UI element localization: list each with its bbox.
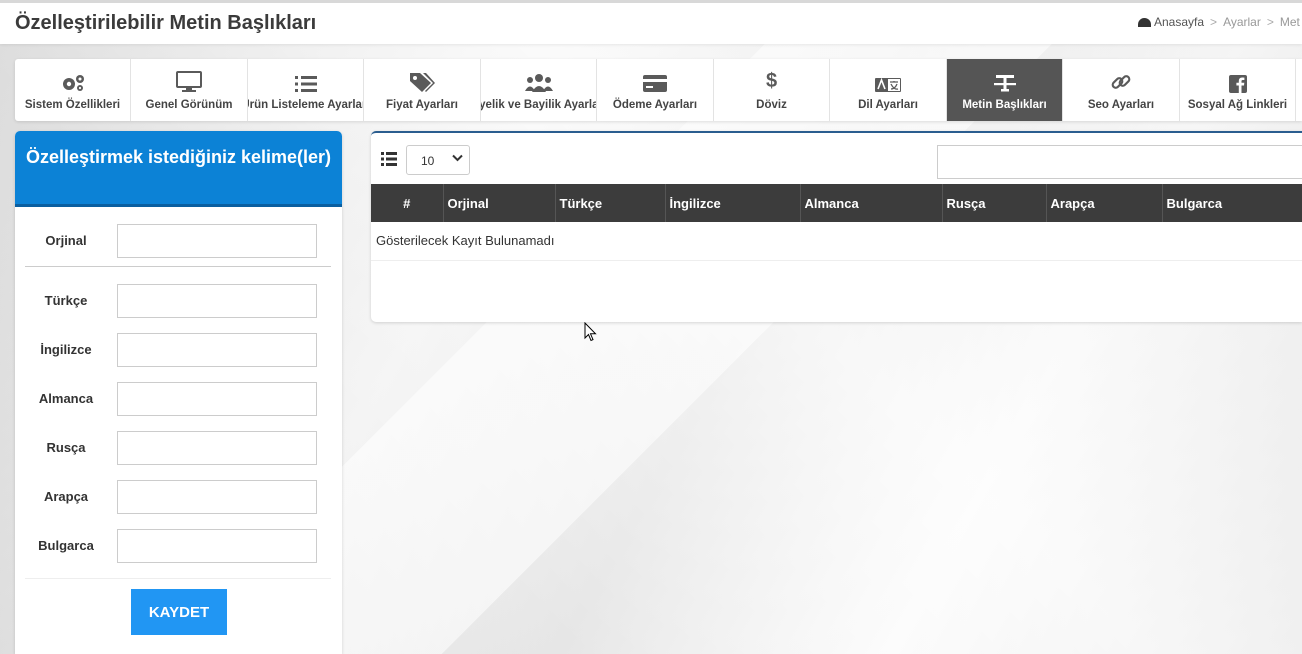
field-row-arabic: Arapça: [15, 480, 342, 514]
column-header[interactable]: Türkçe: [555, 184, 666, 222]
chevron-down-icon: [452, 154, 463, 162]
credit-card-icon: [642, 59, 668, 93]
bulgarian-label: Bulgarca: [38, 538, 94, 553]
settings-tabs: Sistem Özellikleri Genel Görünüm Ürün Li…: [15, 59, 1302, 121]
empty-message: Gösterilecek Kayıt Bulunamadı: [371, 222, 1302, 261]
column-header[interactable]: #: [371, 184, 444, 222]
field-row-original: Orjinal: [15, 224, 342, 258]
list-view-icon[interactable]: [381, 152, 397, 166]
field-row-russian: Rusça: [15, 431, 342, 465]
tab-text-headings[interactable]: Metin Başlıkları: [947, 59, 1063, 121]
tab-label: Fiyat Ayarları: [385, 99, 458, 111]
link-icon: [1110, 59, 1132, 93]
gears-icon: [59, 59, 87, 93]
tab-price-settings[interactable]: Fiyat Ayarları: [364, 59, 481, 121]
russian-label: Rusça: [46, 440, 86, 455]
breadcrumb-separator: >: [1266, 15, 1274, 29]
russian-input[interactable]: [117, 431, 317, 465]
turkish-input[interactable]: [117, 284, 317, 318]
column-header[interactable]: Almanca: [800, 184, 943, 222]
tab-language-settings[interactable]: Dil Ayarları: [830, 59, 947, 121]
field-row-english: İngilizce: [15, 333, 342, 367]
records-table: # Orjinal Türkçe İngilizce Almanca Rusça…: [371, 184, 1302, 261]
tab-membership-dealer[interactable]: Üyelik ve Bayilik Ayarları: [481, 59, 597, 121]
bulgarian-input[interactable]: [117, 529, 317, 563]
breadcrumb-current: Met: [1279, 15, 1300, 29]
page-header: Özelleştirilebilir Metin Başlıkları Anas…: [0, 0, 1302, 44]
mouse-cursor-icon: [584, 322, 597, 342]
breadcrumb-settings[interactable]: Ayarlar: [1223, 15, 1261, 29]
page-size-select[interactable]: 10: [406, 145, 470, 175]
field-row-german: Almanca: [15, 382, 342, 416]
form-divider: [25, 266, 331, 267]
records-panel: 10 # Orjinal Türkçe İngilizce Almanca Ru…: [371, 131, 1302, 322]
tab-label: Üyelik ve Bayilik Ayarları: [481, 99, 596, 111]
tab-general-view[interactable]: Genel Görünüm: [131, 59, 248, 121]
table-search-input[interactable]: [937, 145, 1302, 179]
breadcrumb-home[interactable]: Anasayfa: [1154, 15, 1204, 29]
tab-label: Ürün Listeleme Ayarları: [248, 99, 364, 111]
field-row-bulgarian: Bulgarca: [15, 529, 342, 563]
facebook-icon: [1228, 59, 1247, 93]
table-header-row: # Orjinal Türkçe İngilizce Almanca Rusça…: [371, 184, 1302, 222]
save-button[interactable]: KAYDET: [131, 589, 227, 635]
german-input[interactable]: [117, 382, 317, 416]
custom-text-form: Özelleştirmek istediğiniz kelime(ler) Or…: [15, 131, 342, 654]
column-header[interactable]: Arapça: [1046, 184, 1163, 222]
tab-label: Genel Görünüm: [145, 99, 233, 111]
tab-product-listing[interactable]: Ürün Listeleme Ayarları: [248, 59, 364, 121]
tab-label: Sosyal Ağ Linkleri: [1187, 99, 1288, 111]
tags-icon: [409, 59, 435, 93]
dashboard-icon: [1138, 18, 1151, 27]
monitor-icon: [176, 59, 202, 93]
column-header[interactable]: İngilizce: [665, 184, 801, 222]
text-icon: [993, 59, 1016, 93]
column-header[interactable]: Bulgarca: [1162, 184, 1302, 222]
tab-label: Ödeme Ayarları: [612, 99, 698, 111]
tab-currency[interactable]: $ Döviz: [714, 59, 830, 121]
tab-social-links[interactable]: Sosyal Ağ Linkleri: [1180, 59, 1296, 121]
original-label: Orjinal: [45, 233, 87, 248]
turkish-label: Türkçe: [44, 293, 88, 308]
original-input[interactable]: [117, 224, 317, 258]
field-row-turkish: Türkçe: [15, 284, 342, 318]
tab-seo-settings[interactable]: Seo Ayarları: [1063, 59, 1180, 121]
list-icon: [294, 59, 317, 93]
tab-system-features[interactable]: Sistem Özellikleri: [15, 59, 131, 121]
english-label: İngilizce: [40, 342, 92, 357]
page-title: Özelleştirilebilir Metin Başlıkları: [15, 12, 317, 34]
form-title: Özelleştirmek istediğiniz kelime(ler): [15, 131, 342, 207]
form-divider: [25, 578, 331, 579]
language-icon: [875, 59, 901, 93]
column-header[interactable]: Orjinal: [443, 184, 556, 222]
english-input[interactable]: [117, 333, 317, 367]
tab-label: Sistem Özellikleri: [24, 99, 121, 111]
tab-payment-settings[interactable]: Ödeme Ayarları: [597, 59, 714, 121]
german-label: Almanca: [38, 391, 94, 406]
tab-label: Seo Ayarları: [1087, 99, 1155, 111]
dollar-icon: $: [765, 70, 778, 92]
arabic-input[interactable]: [117, 480, 317, 514]
tab-label: Dil Ayarları: [858, 99, 918, 111]
arabic-label: Arapça: [43, 489, 89, 504]
table-row: Gösterilecek Kayıt Bulunamadı: [371, 222, 1302, 261]
tab-label: Metin Başlıkları: [962, 99, 1047, 111]
users-icon: [524, 59, 553, 93]
breadcrumb-separator: >: [1210, 15, 1218, 29]
tab-label: Döviz: [756, 99, 787, 111]
column-header[interactable]: Rusça: [942, 184, 1047, 222]
page-size-value: 10: [421, 154, 435, 168]
breadcrumb: Anasayfa > Ayarlar > Met: [1138, 15, 1300, 29]
